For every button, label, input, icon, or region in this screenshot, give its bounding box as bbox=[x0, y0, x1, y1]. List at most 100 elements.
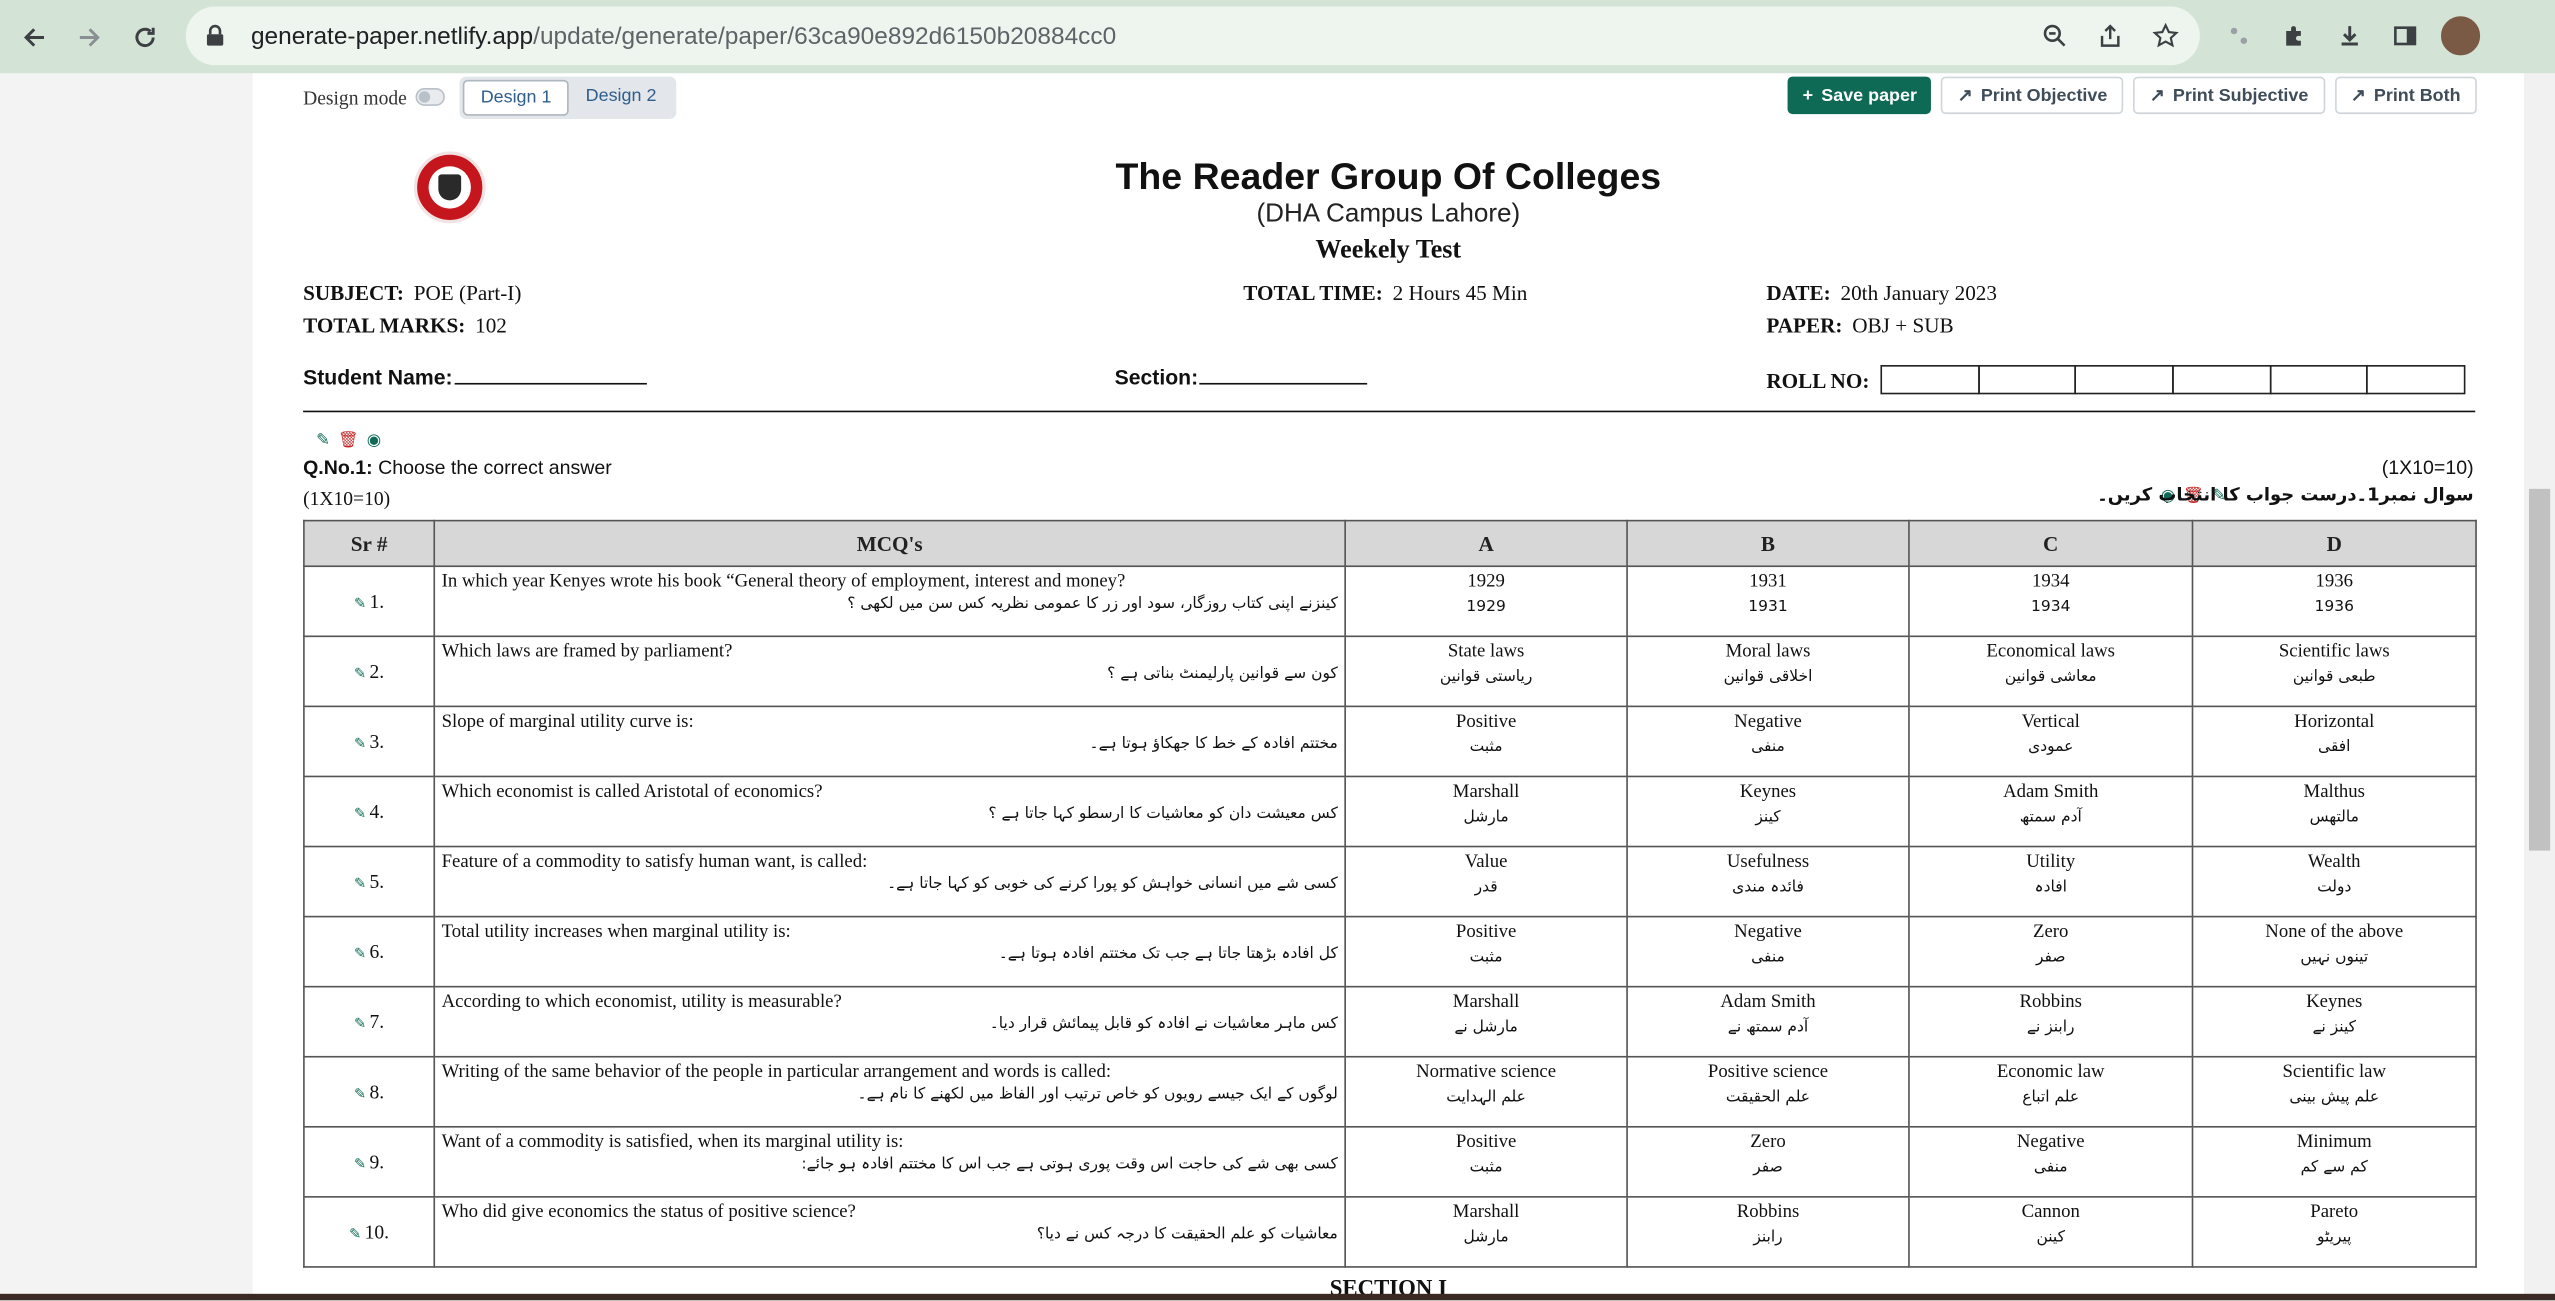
design-mode-label: Design mode bbox=[303, 86, 407, 110]
edit-icon[interactable]: ✎ bbox=[354, 734, 366, 750]
view-icon[interactable]: ◉ bbox=[367, 432, 381, 450]
puzzle-icon[interactable] bbox=[2272, 13, 2318, 59]
print-objective-button[interactable]: ↗ Print Objective bbox=[1941, 76, 2124, 115]
serial-cell: ✎ 6. bbox=[303, 915, 436, 988]
paper-toolbar: Design mode Design 1 Design 2 + Save pap… bbox=[303, 76, 2487, 119]
option-c-en: 1934 bbox=[2031, 571, 2070, 592]
option-a-en: State laws bbox=[1447, 642, 1525, 662]
save-paper-button[interactable]: + Save paper bbox=[1787, 76, 1932, 115]
serial-number: 2. bbox=[369, 659, 385, 682]
reload-icon[interactable] bbox=[121, 12, 170, 61]
option-c-ur: معاشی قوانین bbox=[2004, 668, 2097, 687]
option-a-cell: Marshall مارشل نے bbox=[1344, 985, 1628, 1058]
option-a-cell: Marshall مارشل bbox=[1344, 1196, 1628, 1268]
option-c-ur: صفر bbox=[2035, 948, 2066, 967]
address-bar[interactable]: generate-paper.netlify.app/update/genera… bbox=[185, 6, 2200, 66]
edit-icon[interactable]: ✎ bbox=[349, 1225, 361, 1241]
tab-design-2[interactable]: Design 2 bbox=[569, 80, 672, 116]
extension-icon[interactable] bbox=[2216, 13, 2262, 59]
option-b-ur: کینز bbox=[1755, 808, 1781, 827]
edit-icon[interactable]: ✎ bbox=[354, 1155, 366, 1171]
option-d-ur: 1936 bbox=[2314, 598, 2354, 616]
option-d-cell: 1936 1936 bbox=[2191, 565, 2477, 638]
edit-icon[interactable]: ✎ bbox=[354, 944, 366, 960]
zoom-icon[interactable] bbox=[2034, 15, 2076, 57]
serial-number: 6. bbox=[369, 939, 385, 963]
table-row: ✎ 1. In which year Kenyes wrote his book “… bbox=[303, 565, 2477, 638]
delete-icon[interactable]: 🗑 bbox=[338, 432, 359, 450]
print-both-button[interactable]: ↗ Print Both bbox=[2334, 76, 2477, 115]
edit-icon[interactable]: ✎ bbox=[354, 664, 366, 680]
option-c-en: Robbins bbox=[2019, 992, 2082, 1012]
page-scrollbar[interactable] bbox=[2524, 73, 2555, 1301]
edit-icon[interactable]: ✎ bbox=[316, 432, 330, 450]
option-a-en: 1929 bbox=[1467, 571, 1505, 592]
question-cell: In which year Kenyes wrote his book “Gen… bbox=[433, 565, 1346, 638]
back-icon[interactable] bbox=[10, 12, 59, 61]
option-b-cell: Robbins رابنز bbox=[1626, 1196, 1910, 1268]
option-d-ur: مالتھس bbox=[2309, 808, 2359, 827]
option-c-ur: منفی bbox=[2033, 1158, 2068, 1177]
option-c-ur: افادہ bbox=[2034, 878, 2067, 897]
edit-icon[interactable]: ✎ bbox=[354, 1084, 366, 1100]
edit-icon[interactable]: ✎ bbox=[354, 804, 366, 820]
option-a-ur: قدر bbox=[1474, 878, 1498, 897]
option-c-ur: علم اتباع bbox=[2022, 1088, 2080, 1107]
question-cell: Total utility increases when marginal ut… bbox=[433, 915, 1346, 988]
edit-icon[interactable]: ✎ bbox=[354, 874, 366, 890]
table-row: ✎ 4. Which economist is called Aristotal o… bbox=[303, 775, 2477, 848]
option-d-en: Scientific law bbox=[2282, 1062, 2387, 1082]
serial-number: 9. bbox=[369, 1149, 385, 1173]
serial-number: 5. bbox=[369, 869, 385, 893]
question-cell: Want of a commodity is satisfied, when i… bbox=[433, 1125, 1346, 1198]
profile-avatar[interactable] bbox=[2437, 13, 2484, 59]
question-text-en: According to which economist, utility is… bbox=[441, 992, 842, 1012]
option-b-ur: علم الحقیقت bbox=[1725, 1088, 1811, 1107]
table-row: ✎ 2. Which laws are framed by parliament? ک… bbox=[303, 635, 2477, 708]
download-icon[interactable] bbox=[2327, 13, 2373, 59]
option-d-cell: Scientific laws طبعی قوانین bbox=[2191, 635, 2477, 708]
bookmark-star-icon[interactable] bbox=[2144, 15, 2186, 57]
option-a-en: Positive bbox=[1455, 712, 1517, 732]
share-icon[interactable] bbox=[2089, 15, 2131, 57]
option-d-ur: علم پیش بینی bbox=[2289, 1088, 2380, 1107]
option-a-en: Value bbox=[1464, 852, 1508, 872]
option-c-cell: Economic law علم اتباع bbox=[1908, 1055, 2194, 1128]
question-cell: Who did give economics the status of pos… bbox=[433, 1196, 1346, 1268]
external-link-icon: ↗ bbox=[2350, 86, 2366, 106]
option-a-ur: ریاستی قوانین bbox=[1439, 668, 1533, 687]
serial-number: 10. bbox=[364, 1219, 390, 1243]
serial-cell: ✎ 5. bbox=[303, 845, 436, 918]
question-text-ur: مختتم افادہ کے خط کا جھکاؤ ہوتا ہے۔ bbox=[1089, 734, 1338, 753]
external-link-icon: ↗ bbox=[1957, 86, 1973, 106]
question-text-ur: کون سے قوانین پارلیمنٹ بناتی ہے ؟ bbox=[1107, 664, 1338, 683]
question-cell: Which economist is called Aristotal of e… bbox=[433, 775, 1346, 848]
question-marks-left: (1X10=10) bbox=[303, 487, 391, 511]
column-header-sr: Sr # bbox=[303, 519, 436, 568]
question-text-en: Who did give economics the status of pos… bbox=[441, 1202, 856, 1223]
option-c-cell: Zero صفر bbox=[1908, 915, 2194, 988]
edit-icon[interactable]: ✎ bbox=[354, 1014, 366, 1030]
forward-icon[interactable] bbox=[65, 12, 114, 61]
tab-design-1[interactable]: Design 1 bbox=[462, 79, 570, 116]
side-panel-icon[interactable] bbox=[2382, 13, 2428, 59]
scrollbar-thumb[interactable] bbox=[2528, 488, 2551, 851]
print-subjective-button[interactable]: ↗ Print Subjective bbox=[2133, 76, 2325, 115]
option-c-ur: کینن bbox=[2036, 1228, 2065, 1247]
date-field: DATE: 20th January 2023 bbox=[1766, 280, 1998, 305]
table-row: ✎ 5. Feature of a commodity to satisfy hum… bbox=[303, 845, 2477, 918]
option-a-cell: Value قدر bbox=[1344, 845, 1628, 918]
column-header-d: D bbox=[2191, 519, 2477, 568]
option-d-en: 1936 bbox=[2315, 571, 2353, 592]
option-b-ur: رابنز bbox=[1753, 1228, 1783, 1247]
option-b-en: Moral laws bbox=[1725, 642, 1811, 662]
edit-icon[interactable]: ✎ bbox=[354, 594, 366, 610]
option-d-en: Scientific laws bbox=[2278, 642, 2390, 662]
option-c-ur: عمودی bbox=[2028, 738, 2074, 757]
column-header-a: A bbox=[1344, 519, 1628, 568]
table-row: ✎ 3. Slope of marginal utility curve is: مخ… bbox=[303, 705, 2477, 778]
question-heading: Q.No.1: Choose the correct answer bbox=[303, 456, 612, 480]
option-d-en: Horizontal bbox=[2294, 712, 2375, 732]
design-mode-toggle[interactable] bbox=[415, 87, 445, 106]
option-d-cell: Keynes کینز نے bbox=[2191, 985, 2477, 1058]
